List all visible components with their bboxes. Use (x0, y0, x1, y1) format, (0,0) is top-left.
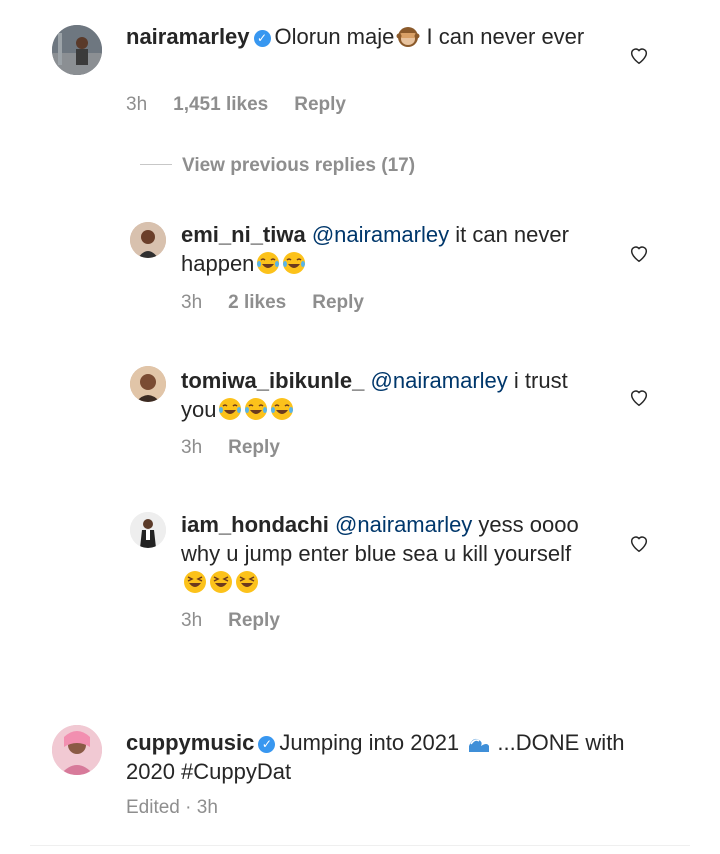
likes-count[interactable]: 1,451 likes (173, 94, 268, 115)
reply-text: iam_hondachi @nairamarley yess oooo why … (181, 510, 601, 597)
heart-icon[interactable] (628, 386, 650, 408)
comment-time: 3h (126, 94, 148, 115)
reply-username[interactable]: iam_hondachi (181, 512, 329, 537)
tears-of-joy-icon (270, 397, 294, 421)
comment-body: Jumping into 2021 (279, 730, 460, 755)
avatar[interactable] (52, 725, 102, 775)
laughing-squint-icon (209, 570, 233, 594)
reply-time: 3h (181, 437, 203, 458)
mention-link[interactable]: @nairamarley (312, 222, 449, 247)
tears-of-joy-icon (218, 397, 242, 421)
comment-body: Olorun maje (274, 24, 395, 49)
avatar[interactable] (130, 512, 166, 548)
heart-icon[interactable] (628, 242, 650, 264)
reply-button[interactable]: Reply (228, 610, 280, 631)
reply-meta: 3h 2 likes Reply (181, 292, 390, 314)
replies-divider-line (140, 164, 172, 165)
heart-icon[interactable] (628, 44, 650, 66)
reply-button[interactable]: Reply (312, 292, 364, 313)
likes-count[interactable]: 2 likes (228, 292, 286, 313)
laughing-squint-icon (183, 570, 207, 594)
reply-text: tomiwa_ibikunle_ @nairamarley i trust yo… (181, 366, 581, 424)
comment-username[interactable]: nairamarley (126, 24, 250, 49)
laughing-squint-icon (235, 570, 259, 594)
avatar[interactable] (130, 222, 166, 258)
comment-text: nairamarley ✓ Olorun maje I can never ever (126, 22, 606, 51)
edited-label: Edited · 3h (126, 797, 218, 818)
heart-icon[interactable] (628, 532, 650, 554)
view-replies-label[interactable]: View previous replies (17) (182, 155, 415, 176)
divider (30, 845, 690, 846)
reply-button[interactable]: Reply (294, 94, 346, 115)
comment-text: cuppymusic ✓ Jumping into 2021 ...DONE wit… (126, 728, 666, 786)
comment-meta: 3h 1,451 likes Reply (126, 94, 372, 116)
tears-of-joy-icon (256, 251, 280, 275)
mention-link[interactable]: @nairamarley (335, 512, 472, 537)
verified-badge-icon: ✓ (258, 736, 276, 753)
reply-meta: 3h Reply (181, 610, 306, 632)
reply-username[interactable]: emi_ni_tiwa (181, 222, 306, 247)
comment-meta: Edited · 3h (126, 797, 244, 819)
reply-time: 3h (181, 610, 203, 631)
tears-of-joy-icon (244, 397, 268, 421)
comment-body-continued: I can never ever (420, 24, 585, 49)
avatar[interactable] (130, 366, 166, 402)
view-previous-replies[interactable]: View previous replies (17) (140, 155, 415, 177)
reply-time: 3h (181, 292, 203, 313)
tears-of-joy-icon (282, 251, 306, 275)
see-no-evil-monkey-icon (396, 24, 420, 48)
avatar[interactable] (52, 25, 102, 75)
mention-link[interactable]: @nairamarley (371, 368, 508, 393)
reply-text: emi_ni_tiwa @nairamarley it can never ha… (181, 220, 581, 278)
reply-meta: 3h Reply (181, 437, 306, 459)
water-wave-icon (467, 730, 491, 754)
verified-badge-icon: ✓ (253, 30, 271, 47)
comment-username[interactable]: cuppymusic (126, 730, 254, 755)
reply-button[interactable]: Reply (228, 437, 280, 458)
reply-username[interactable]: tomiwa_ibikunle_ (181, 368, 364, 393)
